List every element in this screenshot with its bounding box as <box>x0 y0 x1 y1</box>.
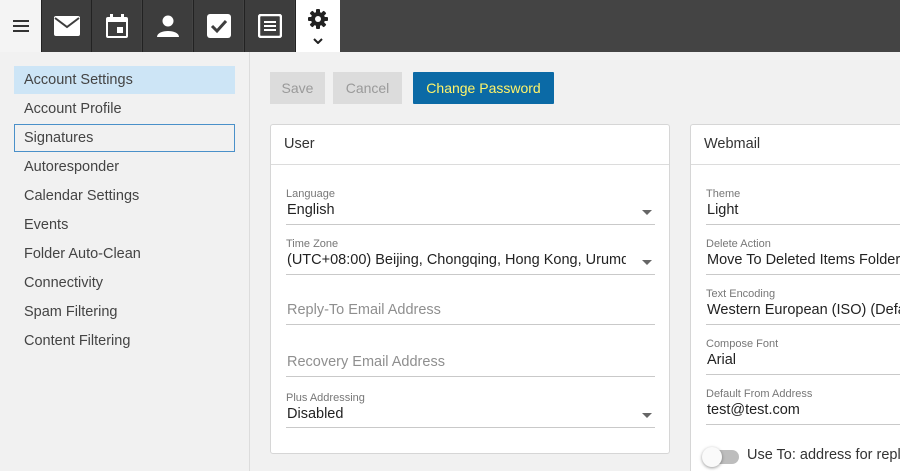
language-label: Language <box>286 188 335 200</box>
top-navigation-bar <box>0 0 900 52</box>
mail-icon <box>53 16 80 36</box>
use-to-address-label: Use To: address for replies <box>747 447 900 463</box>
delete-action-label: Delete Action <box>706 238 771 250</box>
contacts-icon <box>156 15 179 37</box>
tasks-icon <box>206 14 231 38</box>
compose-font-label: Compose Font <box>706 338 779 350</box>
webmail-card-title: Webmail <box>691 125 900 165</box>
nav-calendar-button[interactable] <box>91 0 141 52</box>
chevron-down-icon <box>313 38 323 44</box>
text-encoding-value: Western European (ISO) (Default) <box>707 302 900 318</box>
reply-to-email-input[interactable]: Reply-To Email Address <box>286 301 655 325</box>
dropdown-caret-icon <box>642 413 652 418</box>
menu-icon <box>12 20 29 32</box>
delete-action-select[interactable]: Delete Action Move To Deleted Items Fold… <box>706 238 900 275</box>
default-from-value: test@test.com <box>707 402 800 418</box>
use-to-address-toggle[interactable] <box>702 447 739 467</box>
sidebar-item-account-profile[interactable]: Account Profile <box>14 95 235 123</box>
calendar-icon <box>105 14 128 38</box>
dropdown-caret-icon <box>642 210 652 215</box>
default-from-label: Default From Address <box>706 388 813 400</box>
sidebar-item-autoresponder[interactable]: Autoresponder <box>14 153 235 181</box>
settings-sidebar: Account Settings Account Profile Signatu… <box>0 52 250 471</box>
recovery-email-input[interactable]: Recovery Email Address <box>286 353 655 377</box>
text-encoding-select[interactable]: Text Encoding Western European (ISO) (De… <box>706 288 900 325</box>
user-card-title: User <box>271 125 669 165</box>
language-value: English <box>287 202 335 218</box>
theme-select[interactable]: Theme Light <box>706 188 900 225</box>
nav-contacts-button[interactable] <box>142 0 192 52</box>
language-select[interactable]: Language English <box>286 188 655 225</box>
compose-font-select[interactable]: Compose Font Arial <box>706 338 900 375</box>
sidebar-item-calendar-settings[interactable]: Calendar Settings <box>14 182 235 210</box>
cancel-button[interactable]: Cancel <box>333 72 402 104</box>
timezone-label: Time Zone <box>286 238 339 250</box>
nav-tasks-button[interactable] <box>193 0 243 52</box>
timezone-select[interactable]: Time Zone (UTC+08:00) Beijing, Chongqing… <box>286 238 655 275</box>
timezone-value: (UTC+08:00) Beijing, Chongqing, Hong Kon… <box>287 252 626 268</box>
settings-icon <box>308 9 328 29</box>
sidebar-item-account-settings[interactable]: Account Settings <box>14 66 235 94</box>
theme-value: Light <box>707 202 739 218</box>
sidebar-item-spam-filtering[interactable]: Spam Filtering <box>14 298 235 326</box>
save-button[interactable]: Save <box>270 72 325 104</box>
nav-notes-button[interactable] <box>244 0 294 52</box>
plus-addressing-value: Disabled <box>287 406 344 422</box>
sidebar-item-events[interactable]: Events <box>14 211 235 239</box>
user-settings-card: User Language English Time Zone (UTC+08:… <box>270 124 670 454</box>
sidebar-item-signatures[interactable]: Signatures <box>14 124 235 152</box>
theme-label: Theme <box>706 188 741 200</box>
notes-icon <box>257 14 282 38</box>
reply-to-placeholder: Reply-To Email Address <box>287 302 441 318</box>
delete-action-value: Move To Deleted Items Folder <box>707 252 900 268</box>
text-encoding-label: Text Encoding <box>706 288 776 300</box>
compose-font-value: Arial <box>707 352 737 368</box>
webmail-settings-card: Webmail Theme Light Delete Action Move T… <box>690 124 900 471</box>
settings-main: Save Cancel Change Password User Languag… <box>251 52 900 471</box>
toggle-knob <box>702 447 722 467</box>
sidebar-item-folder-auto-clean[interactable]: Folder Auto-Clean <box>14 240 235 268</box>
dropdown-caret-icon <box>642 260 652 265</box>
menu-button[interactable] <box>0 0 41 52</box>
plus-addressing-label: Plus Addressing <box>286 392 365 404</box>
sidebar-item-connectivity[interactable]: Connectivity <box>14 269 235 297</box>
nav-settings-button[interactable] <box>295 0 340 52</box>
nav-mail-button[interactable] <box>41 0 91 52</box>
plus-addressing-select[interactable]: Plus Addressing Disabled <box>286 392 655 428</box>
change-password-button[interactable]: Change Password <box>413 72 554 104</box>
default-from-address-select[interactable]: Default From Address test@test.com <box>706 388 900 425</box>
recovery-placeholder: Recovery Email Address <box>287 354 445 370</box>
sidebar-item-content-filtering[interactable]: Content Filtering <box>14 327 235 355</box>
